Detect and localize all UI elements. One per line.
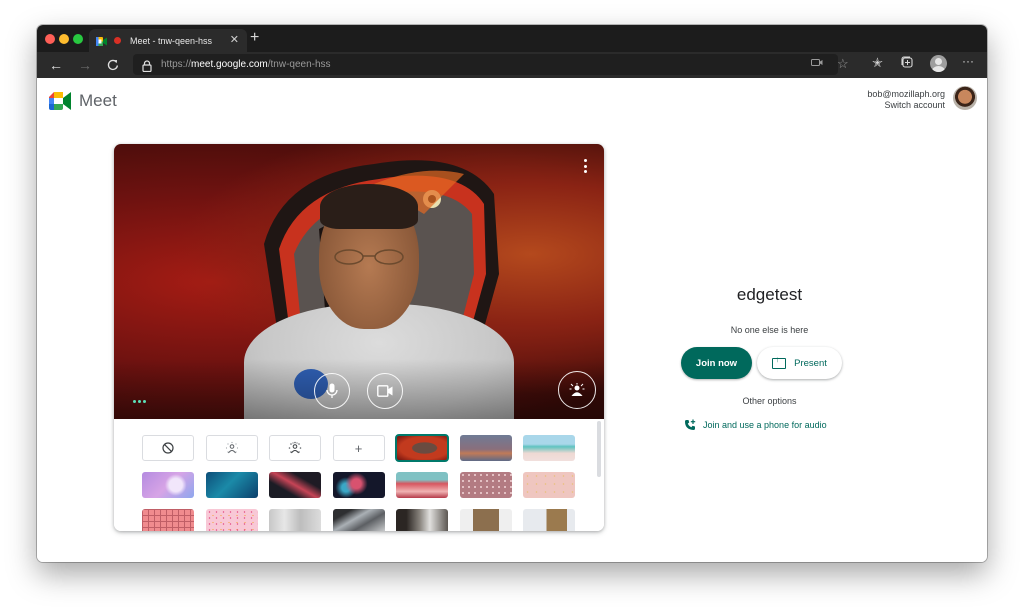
plus-icon: + [354, 440, 363, 456]
blur-icon [288, 441, 302, 454]
browser-window: Meet - tnw-qeen-hss ✕ + ← → https://meet… [37, 25, 987, 562]
join-with-phone-label: Join and use a phone for audio [703, 420, 827, 430]
reload-icon[interactable] [104, 56, 122, 74]
minimize-window-button[interactable] [59, 34, 69, 44]
add-background-button[interactable]: + [332, 435, 385, 461]
background-tile-dinosaur[interactable] [395, 434, 449, 462]
present-label: Present [794, 357, 827, 369]
background-tile-living-room[interactable] [523, 509, 575, 531]
background-tile-space-nebula[interactable] [269, 472, 321, 498]
address-bar[interactable]: https://meet.google.com/tnw-qeen-hss ☆ [133, 54, 849, 75]
forward-icon[interactable]: → [76, 56, 94, 74]
person-glasses [334, 249, 404, 265]
other-options-label: Other options [742, 396, 797, 406]
video-camera-icon [377, 385, 393, 397]
no-effect-icon [162, 442, 174, 454]
desktop: Meet - tnw-qeen-hss ✕ + ← → https://meet… [0, 0, 1024, 610]
blur-button[interactable] [269, 435, 321, 461]
app-name: Meet [79, 91, 117, 110]
camera-toggle-button[interactable] [367, 373, 403, 409]
meet-logo[interactable]: Meet [49, 91, 117, 111]
background-tile-pink-clouds[interactable] [142, 472, 194, 498]
person-hair [320, 184, 418, 229]
background-tile-pink-pattern[interactable] [142, 509, 194, 531]
background-tile-confetti[interactable] [205, 509, 258, 531]
self-view-card: + [114, 144, 604, 531]
video-gradient-overlay [114, 359, 604, 419]
close-window-button[interactable] [45, 34, 55, 44]
background-tile-fireworks[interactable] [332, 472, 385, 498]
background-tile-bookshelf[interactable] [459, 509, 512, 531]
back-icon[interactable]: ← [47, 56, 65, 74]
tab-title: Meet - tnw-qeen-hss [130, 35, 213, 46]
join-panel: edgetest No one else is here Join now Pr… [637, 78, 902, 562]
meet-favicon-icon [96, 36, 107, 46]
background-effects-icon [569, 383, 585, 396]
url-text: https://meet.google.com/tnw-qeen-hss [161, 59, 331, 70]
recording-indicator-icon [114, 37, 121, 44]
background-tile-underwater[interactable] [205, 472, 258, 498]
background-tile-modern-interior[interactable] [332, 509, 385, 531]
tab-meet[interactable]: Meet - tnw-qeen-hss ✕ [89, 29, 247, 52]
microphone-toggle-button[interactable] [314, 373, 350, 409]
background-tile-flower-field[interactable] [459, 472, 512, 498]
present-button[interactable]: Present [757, 347, 842, 379]
new-tab-button[interactable]: + [250, 29, 259, 47]
profile-icon[interactable] [930, 55, 947, 72]
phone-add-icon [685, 419, 696, 430]
url-path: /tnw-qeen-hss [267, 59, 331, 70]
more-vertical-icon[interactable] [580, 159, 590, 173]
meeting-name: edgetest [736, 285, 803, 304]
url-host: meet.google.com [191, 59, 268, 70]
background-grid: + [142, 434, 575, 531]
favorite-star-icon[interactable]: ☆ [837, 56, 849, 72]
background-tile-beach[interactable] [523, 435, 575, 461]
url-scheme: https:// [161, 59, 192, 70]
maximize-window-button[interactable] [73, 34, 83, 44]
meet-page: Meet bob@mozillaph.org Switch account + … [37, 78, 987, 562]
meet-logo-icon [49, 92, 71, 110]
account-avatar[interactable] [953, 86, 977, 110]
join-now-button[interactable]: Join now [681, 347, 752, 379]
browser-toolbar: ← → https://meet.google.com/tnw-qeen-hss… [37, 52, 987, 78]
microphone-icon [326, 383, 338, 398]
background-tile-flowers-sky[interactable] [396, 472, 448, 498]
participants-status: No one else is here [730, 325, 809, 335]
more-icon[interactable]: ··· [962, 54, 974, 68]
slight-blur-button[interactable] [205, 435, 258, 461]
camera-permission-icon[interactable] [811, 58, 823, 70]
lock-icon[interactable] [142, 59, 152, 72]
background-picker-scrollbar[interactable] [597, 421, 601, 477]
close-icon[interactable]: ✕ [230, 33, 239, 46]
no-effect-button[interactable] [142, 435, 194, 461]
collections-icon[interactable] [901, 56, 913, 71]
camera-preview [114, 144, 604, 419]
background-tile-sunset-gradient[interactable] [459, 435, 512, 461]
favorites-icon[interactable]: ✭ [872, 55, 883, 71]
background-tile-bright-office[interactable] [269, 509, 321, 531]
background-tile-dark-room[interactable] [396, 509, 448, 531]
background-picker: + [114, 419, 604, 531]
slight-blur-icon [225, 441, 238, 454]
background-tile-pink-sparkles[interactable] [523, 472, 575, 498]
tab-strip: Meet - tnw-qeen-hss ✕ + [37, 25, 987, 52]
audio-level-indicator [133, 400, 146, 403]
present-screen-icon [772, 355, 787, 369]
apply-visual-effects-button[interactable] [558, 371, 596, 409]
join-with-phone-link[interactable]: Join and use a phone for audio [684, 419, 827, 431]
